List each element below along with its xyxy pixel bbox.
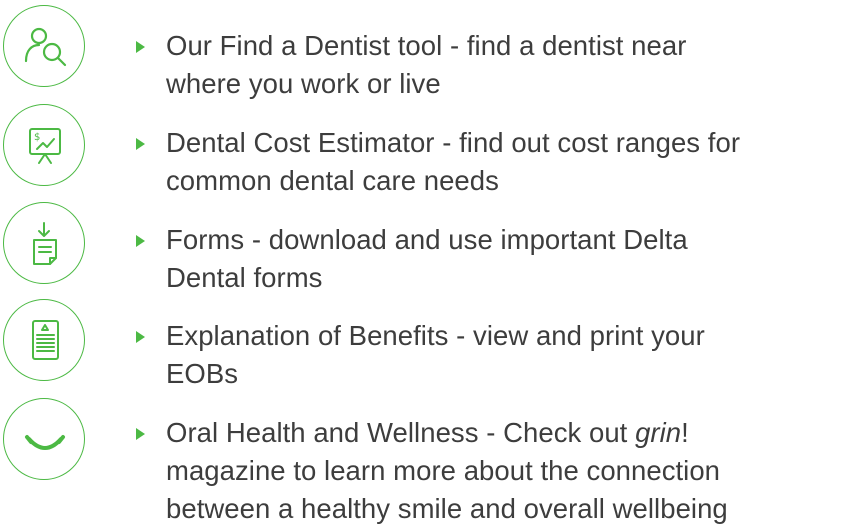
bullet-arrow-icon: [136, 138, 145, 150]
list-item-text: Our Find a Dentist tool - find a dentist…: [166, 30, 687, 99]
smile-icon: [3, 398, 85, 480]
bullet-arrow-icon: [136, 235, 145, 247]
find-dentist-icon: [3, 5, 85, 87]
list-item-text: Explanation of Benefits - view and print…: [166, 320, 705, 389]
eob-document-icon: [3, 299, 85, 381]
svg-text:$: $: [34, 132, 40, 143]
bullet-arrow-icon: [136, 41, 145, 53]
forms-download-icon: [3, 202, 85, 284]
cost-estimator-icon: $: [3, 104, 85, 186]
bullet-arrow-icon: [136, 331, 145, 343]
list-item-text: Dental Cost Estimator - find out cost ra…: [166, 127, 741, 196]
list-item-text: Oral Health and Wellness - Check out gri…: [166, 417, 728, 524]
magazine-name: grin: [635, 417, 682, 448]
bullet-arrow-icon: [136, 428, 145, 440]
list-item-text: Forms - download and use important Delta…: [166, 224, 688, 293]
